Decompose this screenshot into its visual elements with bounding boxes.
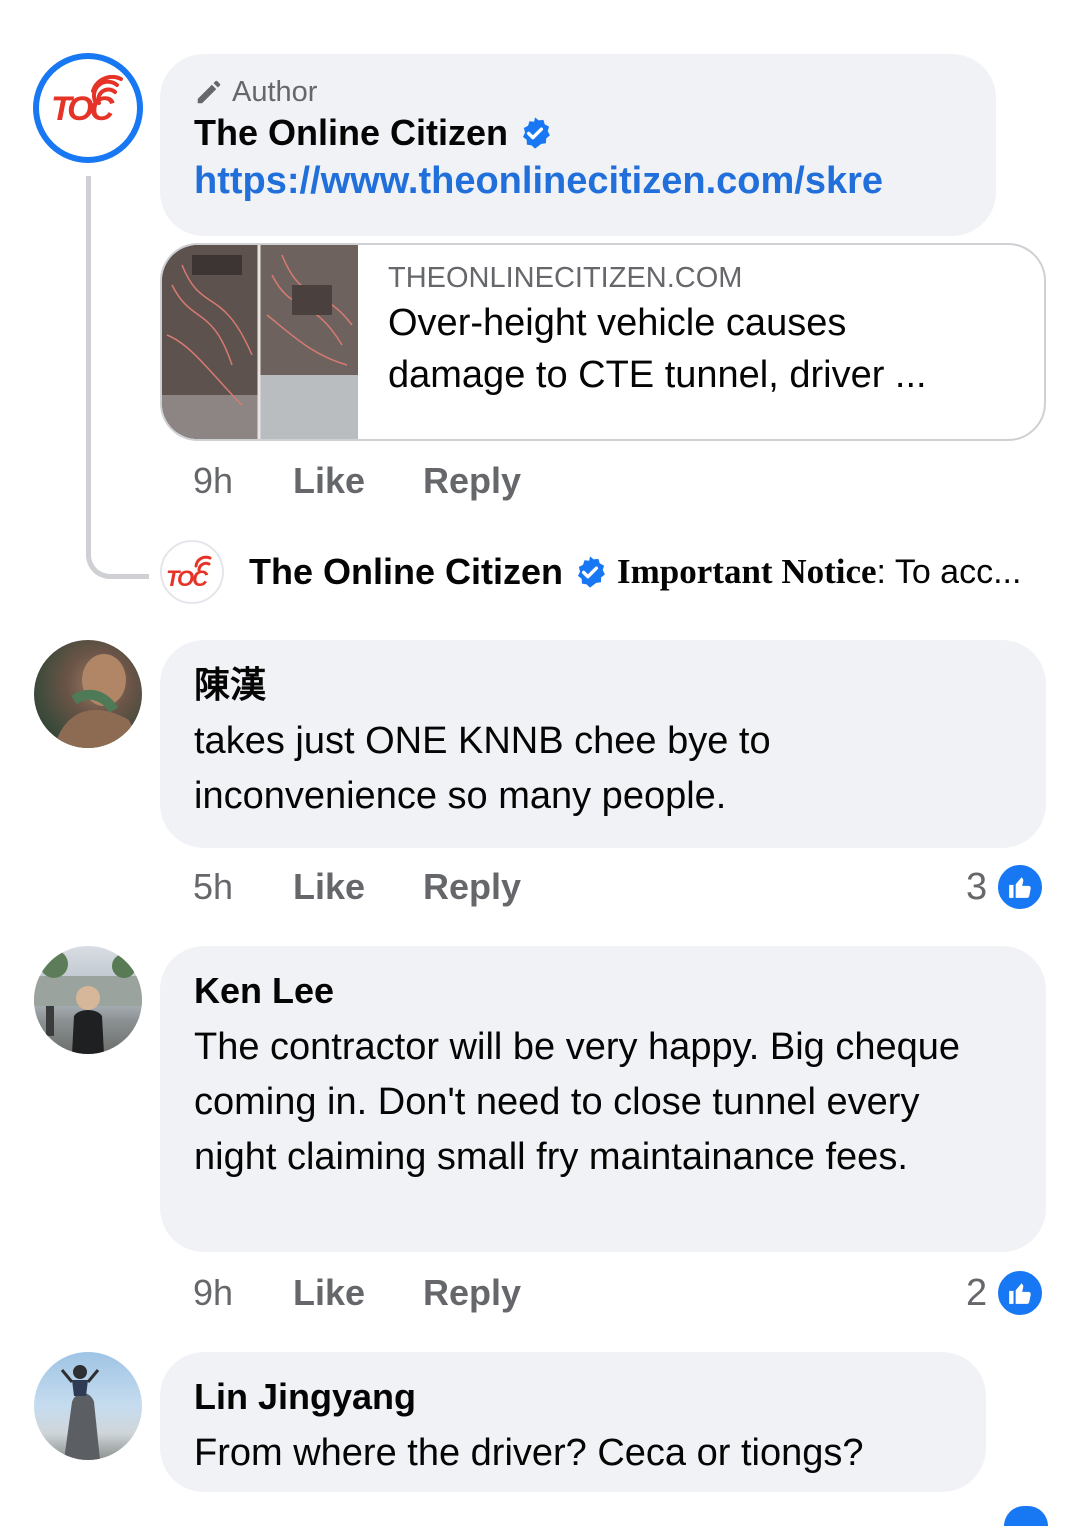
reaction-summary[interactable]: 3: [966, 862, 1046, 912]
toc-logo: TOC: [51, 75, 125, 135]
comment-text: The contractor will be very happy. Big c…: [194, 1026, 961, 1178]
reply-toc-avatar[interactable]: TOC: [160, 540, 224, 604]
reply-button[interactable]: Reply: [423, 866, 521, 908]
comment-actions: 9h Like Reply: [193, 460, 521, 502]
partial-reaction-badge: [1004, 1506, 1048, 1526]
comment-text: From where the driver? Ceca or tiongs?: [194, 1432, 864, 1474]
reply-button[interactable]: Reply: [423, 460, 521, 502]
profile-photo: [34, 950, 142, 1054]
comment-bubble[interactable]: Ken Lee The contractor will be very happ…: [160, 946, 1046, 1252]
link-preview-title-line2: damage to CTE tunnel, driver ...: [388, 354, 927, 396]
like-button[interactable]: Like: [293, 460, 423, 502]
like-button[interactable]: Like: [293, 1272, 423, 1314]
link-preview-domain: THEONLINECITIZEN.COM: [388, 262, 743, 294]
profile-photo: [54, 654, 142, 748]
toc-logo-text: TOC: [51, 90, 114, 128]
thread-connector: [86, 176, 149, 579]
like-thumb-icon: [995, 862, 1046, 912]
like-thumb-icon: [995, 1268, 1046, 1318]
author-tag: Author: [194, 74, 962, 110]
reply-notice-bold: Important Notice: [617, 552, 877, 591]
toc-logo-small-text: TOC: [166, 566, 209, 591]
reply-author-name[interactable]: The Online Citizen: [249, 551, 563, 593]
link-preview-title-line1: Over-height vehicle causes: [388, 302, 847, 344]
reaction-count: 2: [966, 1271, 988, 1314]
comment-actions: 9h Like Reply: [193, 1272, 521, 1314]
comment-link[interactable]: https://www.theonlinecitizen.com/skre: [194, 156, 962, 206]
tunnel-damage-photo: [162, 245, 358, 439]
comment-text: takes just ONE KNNB chee bye to inconven…: [194, 720, 771, 817]
toc-avatar[interactable]: TOC: [33, 53, 143, 163]
profile-photo: [60, 1365, 100, 1460]
verified-badge-icon: [577, 556, 605, 588]
link-preview-card[interactable]: THEONLINECITIZEN.COM Over-height vehicle…: [160, 243, 1046, 441]
reply-notice-text: : To acc...: [876, 552, 1022, 591]
verified-badge-icon: [522, 117, 550, 149]
link-preview-image: [162, 245, 358, 439]
pencil-icon: [197, 80, 221, 104]
reaction-count: 3: [966, 865, 988, 908]
reaction-summary[interactable]: 2: [966, 1268, 1046, 1318]
reply-preview[interactable]: The Online Citizen Important Notice : To…: [249, 550, 1021, 594]
comment-bubble[interactable]: 陳漢 takes just ONE KNNB chee bye to incon…: [160, 640, 1046, 848]
comment-time[interactable]: 9h: [193, 460, 293, 502]
reply-button[interactable]: Reply: [423, 1272, 521, 1314]
toc-logo-small: TOC: [166, 555, 212, 591]
user-avatar[interactable]: [34, 946, 142, 1054]
comment-actions: 5h Like Reply: [193, 866, 521, 908]
author-tag-label: Author: [232, 76, 318, 108]
comment-author-name[interactable]: Ken Lee: [194, 968, 1012, 1014]
comment-author-name[interactable]: 陳漢: [194, 662, 1012, 708]
comment-author-name[interactable]: The Online Citizen: [194, 110, 962, 156]
author-name-text[interactable]: The Online Citizen: [194, 110, 508, 156]
user-avatar[interactable]: [34, 640, 142, 748]
comment-bubble[interactable]: Author The Online Citizen https://www.th…: [160, 54, 996, 236]
comment-author-name[interactable]: Lin Jingyang: [194, 1374, 952, 1420]
user-avatar[interactable]: [34, 1352, 142, 1460]
like-button[interactable]: Like: [293, 866, 423, 908]
comment-time[interactable]: 5h: [193, 866, 293, 908]
comment-bubble[interactable]: Lin Jingyang From where the driver? Ceca…: [160, 1352, 986, 1492]
comment-time[interactable]: 9h: [193, 1272, 293, 1314]
